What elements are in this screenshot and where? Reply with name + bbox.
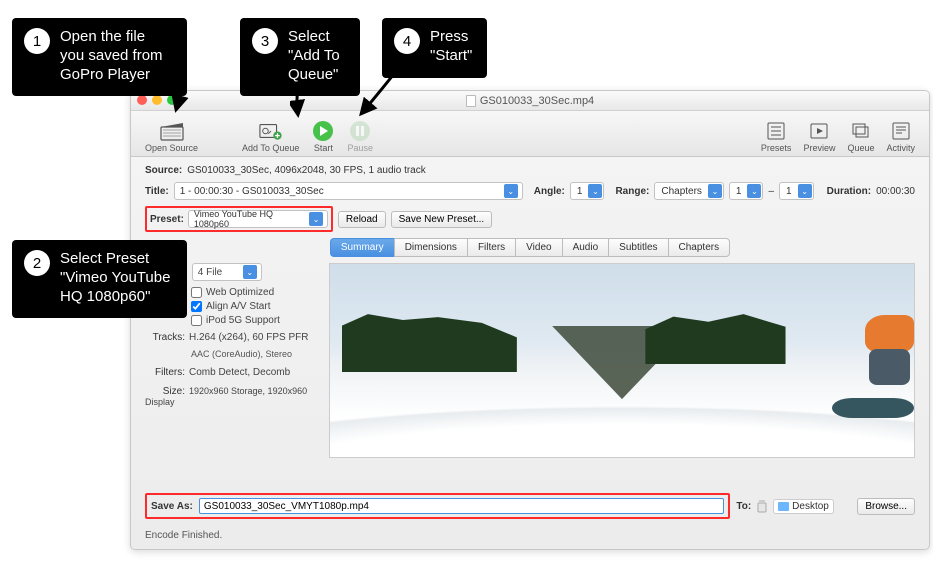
chevron-down-icon: ⌄ bbox=[309, 212, 323, 226]
presets-icon bbox=[764, 120, 788, 142]
activity-icon bbox=[889, 120, 913, 142]
source-label: Source: bbox=[145, 165, 182, 176]
duration-label: Duration: bbox=[827, 186, 871, 197]
tab-video[interactable]: Video bbox=[515, 238, 561, 257]
save-as-label: Save As: bbox=[151, 501, 193, 512]
save-row: Save As: To: Desktop Browse... bbox=[145, 493, 915, 519]
callout-4: 4 Press "Start" bbox=[382, 18, 487, 78]
callout-1: 1 Open the file you saved from GoPro Pla… bbox=[12, 18, 187, 96]
to-label: To: bbox=[736, 501, 751, 512]
chevron-down-icon: ⌄ bbox=[588, 184, 602, 198]
preview-icon bbox=[807, 120, 831, 142]
preset-value: Vimeo YouTube HQ 1080p60 bbox=[194, 209, 307, 229]
toolbar-label: Preview bbox=[803, 143, 835, 153]
window-body: Source: GS010033_30Sec, 4096x2048, 30 FP… bbox=[131, 157, 929, 549]
tracks-line: H.264 (x264), 60 FPS PFR bbox=[189, 332, 309, 343]
browse-button[interactable]: Browse... bbox=[857, 498, 915, 515]
folder-icon bbox=[778, 502, 789, 511]
app-window: GS010033_30Sec.mp4 Open Source Add To Qu… bbox=[130, 90, 930, 550]
callout-number: 4 bbox=[394, 28, 420, 54]
toolbar-label: Add To Queue bbox=[242, 143, 299, 153]
tracks-label: Tracks: bbox=[145, 332, 185, 343]
save-as-input[interactable] bbox=[199, 498, 724, 514]
callout-number: 1 bbox=[24, 28, 50, 54]
toolbar-label: Activity bbox=[886, 143, 915, 153]
title-value: 1 - 00:00:30 - GS010033_30Sec bbox=[180, 186, 324, 197]
tab-filters[interactable]: Filters bbox=[467, 238, 515, 257]
chevron-down-icon: ⌄ bbox=[708, 184, 722, 198]
toolbar-label: Start bbox=[314, 143, 333, 153]
chevron-down-icon: ⌄ bbox=[747, 184, 761, 198]
range-label: Range: bbox=[615, 186, 649, 197]
source-value: GS010033_30Sec, 4096x2048, 30 FPS, 1 aud… bbox=[187, 165, 426, 176]
queue-button[interactable]: Queue bbox=[841, 120, 880, 153]
align-av-checkbox[interactable]: Align A/V Start bbox=[191, 301, 315, 312]
preview-button[interactable]: Preview bbox=[797, 120, 841, 153]
format-select[interactable]: 4 File⌄ bbox=[192, 263, 262, 281]
size-label: Size: bbox=[145, 386, 185, 397]
callout-text: Press "Start" bbox=[430, 28, 473, 66]
range-from-spinner[interactable]: 1⌄ bbox=[729, 182, 764, 200]
angle-spinner[interactable]: 1⌄ bbox=[570, 182, 605, 200]
destination-select[interactable]: Desktop bbox=[773, 499, 834, 514]
filters-label: Filters: bbox=[145, 367, 185, 378]
clapperboard-icon bbox=[160, 120, 184, 142]
range-type-select[interactable]: Chapters⌄ bbox=[654, 182, 724, 200]
tabs: Summary Dimensions Filters Video Audio S… bbox=[145, 238, 915, 257]
presets-button[interactable]: Presets bbox=[755, 120, 798, 153]
callout-3: 3 Select "Add To Queue" bbox=[240, 18, 360, 96]
callout-text: Select "Add To Queue" bbox=[288, 28, 346, 84]
toolbar-label: Queue bbox=[847, 143, 874, 153]
callout-text: Select Preset "Vimeo YouTube HQ 1080p60" bbox=[60, 250, 173, 306]
status-text: Encode Finished. bbox=[145, 530, 222, 541]
document-icon bbox=[466, 95, 476, 107]
open-source-button[interactable]: Open Source bbox=[139, 120, 204, 153]
web-optimized-checkbox[interactable]: Web Optimized bbox=[191, 287, 315, 298]
angle-label: Angle: bbox=[534, 186, 565, 197]
tab-summary[interactable]: Summary bbox=[330, 238, 394, 257]
duration-value: 00:00:30 bbox=[876, 186, 915, 197]
window-title: GS010033_30Sec.mp4 bbox=[466, 95, 594, 107]
toolbar-label: Pause bbox=[347, 143, 373, 153]
chevron-down-icon: ⌄ bbox=[243, 265, 257, 279]
pause-icon bbox=[348, 120, 372, 142]
chevron-down-icon: ⌄ bbox=[798, 184, 812, 198]
destination-value: Desktop bbox=[792, 501, 829, 512]
callout-text: Open the file you saved from GoPro Playe… bbox=[60, 28, 173, 84]
drive-icon bbox=[757, 499, 767, 513]
callout-2: 2 Select Preset "Vimeo YouTube HQ 1080p6… bbox=[12, 240, 187, 318]
toolbar-label: Open Source bbox=[145, 143, 198, 153]
pause-button[interactable]: Pause bbox=[341, 120, 379, 153]
toolbar: Open Source Add To Queue Start Pause bbox=[131, 111, 929, 157]
summary-content: Format: 4 File⌄ Web Optimized Align A/V … bbox=[145, 263, 915, 458]
ipod-checkbox[interactable]: iPod 5G Support bbox=[191, 315, 315, 326]
callout-number: 3 bbox=[252, 28, 278, 54]
reload-button[interactable]: Reload bbox=[338, 211, 386, 228]
range-to-spinner[interactable]: 1⌄ bbox=[779, 182, 814, 200]
tab-subtitles[interactable]: Subtitles bbox=[608, 238, 667, 257]
title-select[interactable]: 1 - 00:00:30 - GS010033_30Sec ⌄ bbox=[174, 182, 523, 200]
chevron-down-icon: ⌄ bbox=[504, 184, 518, 198]
toolbar-label: Presets bbox=[761, 143, 792, 153]
activity-button[interactable]: Activity bbox=[880, 120, 921, 153]
callout-number: 2 bbox=[24, 250, 50, 276]
save-preset-button[interactable]: Save New Preset... bbox=[391, 211, 493, 228]
tracks-line: AAC (CoreAudio), Stereo bbox=[145, 349, 315, 359]
range-separator: – bbox=[768, 186, 774, 197]
tab-audio[interactable]: Audio bbox=[562, 238, 609, 257]
save-highlight: Save As: bbox=[145, 493, 730, 519]
tab-chapters[interactable]: Chapters bbox=[668, 238, 731, 257]
queue-icon bbox=[849, 120, 873, 142]
add-queue-icon bbox=[259, 120, 283, 142]
title-label: Title: bbox=[145, 186, 169, 197]
window-title-text: GS010033_30Sec.mp4 bbox=[480, 95, 594, 107]
preset-select[interactable]: Vimeo YouTube HQ 1080p60 ⌄ bbox=[188, 210, 328, 228]
traffic-lights[interactable] bbox=[137, 95, 177, 105]
preset-label: Preset: bbox=[150, 214, 184, 225]
preview-image bbox=[329, 263, 915, 458]
preset-highlight: Preset: Vimeo YouTube HQ 1080p60 ⌄ bbox=[145, 206, 333, 232]
tab-dimensions[interactable]: Dimensions bbox=[394, 238, 467, 257]
filters-value: Comb Detect, Decomb bbox=[189, 367, 290, 378]
